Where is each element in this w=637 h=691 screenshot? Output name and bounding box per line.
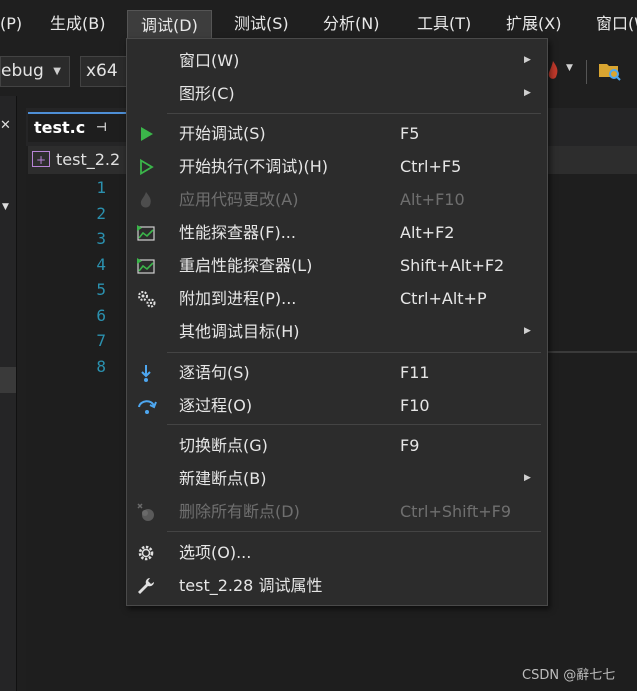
selected-tree-row bbox=[0, 367, 16, 393]
menu-item-2[interactable]: 开始调试(S) F5 bbox=[128, 117, 546, 150]
divider bbox=[586, 60, 587, 84]
watermark: CSDN @辭七七 bbox=[522, 668, 616, 683]
menu-item-label: 图形(C) bbox=[179, 84, 235, 103]
menu-item-15[interactable]: test_2.28 调试属性 bbox=[128, 569, 546, 602]
line-number: 5 bbox=[96, 280, 106, 299]
submenu-arrow-icon: ▶ bbox=[524, 326, 531, 336]
configuration-combo[interactable]: ebug ▼ bbox=[0, 56, 70, 87]
pin-icon[interactable]: ⊣ bbox=[96, 114, 107, 141]
menu-item-shortcut: F9 bbox=[400, 436, 420, 455]
platform-value: x64 bbox=[86, 61, 118, 81]
wrench-icon bbox=[136, 576, 156, 596]
menu-separator bbox=[167, 113, 541, 114]
tab-test-c[interactable]: test.c ⊣ bbox=[28, 112, 128, 142]
menu-item-7[interactable]: 附加到进程(P)... Ctrl+Alt+P bbox=[128, 282, 546, 315]
menu-item-label: 切换断点(G) bbox=[179, 436, 268, 455]
hot-reload-icon bbox=[136, 190, 156, 210]
menu-item-6[interactable]: 重启性能探查器(L) Shift+Alt+F2 bbox=[128, 249, 546, 282]
gears-icon bbox=[136, 289, 156, 309]
menu-item-label: 附加到进程(P)... bbox=[179, 289, 297, 308]
menu-item-shortcut: F5 bbox=[400, 124, 420, 143]
menu-item-shortcut: Shift+Alt+F2 bbox=[400, 256, 505, 275]
menu-item-label: 删除所有断点(D) bbox=[179, 502, 300, 521]
menu-item-shortcut: Alt+F10 bbox=[400, 190, 465, 209]
folder-search-icon[interactable] bbox=[598, 60, 622, 82]
menu-item-label: 性能探查器(F)... bbox=[179, 223, 296, 242]
menu-item-4: 应用代码更改(A) Alt+F10 bbox=[128, 183, 546, 216]
menu-window[interactable]: 窗口(W bbox=[596, 0, 637, 48]
menu-item-shortcut: Ctrl+Alt+P bbox=[400, 289, 487, 308]
chevron-down-icon: ▼ bbox=[53, 66, 61, 77]
menu-project[interactable]: (P) bbox=[0, 0, 22, 48]
menu-item-label: 其他调试目标(H) bbox=[179, 322, 300, 341]
menu-item-10[interactable]: 逐过程(O) F10 bbox=[128, 389, 546, 422]
menu-item-label: 窗口(W) bbox=[179, 51, 240, 70]
menu-item-label: 重启性能探查器(L) bbox=[179, 256, 313, 275]
line-number: 7 bbox=[96, 331, 106, 350]
configuration-value: ebug bbox=[1, 61, 44, 81]
menu-item-shortcut: Alt+F2 bbox=[400, 223, 455, 242]
submenu-arrow-icon: ▶ bbox=[524, 473, 531, 483]
line-number: 3 bbox=[96, 229, 106, 248]
menu-item-9[interactable]: 逐语句(S) F11 bbox=[128, 356, 546, 389]
line-number: 8 bbox=[96, 357, 106, 376]
menu-item-label: 新建断点(B) bbox=[179, 469, 267, 488]
solution-explorer-panel: ✕ ▼ bbox=[0, 96, 17, 691]
platform-combo[interactable]: x64 bbox=[80, 56, 130, 87]
chevron-down-icon[interactable]: ▼ bbox=[566, 63, 573, 73]
step-over-icon bbox=[136, 396, 157, 416]
line-number: 2 bbox=[96, 204, 106, 223]
submenu-arrow-icon: ▶ bbox=[524, 88, 531, 98]
line-number: 6 bbox=[96, 306, 106, 325]
line-number: 4 bbox=[96, 255, 106, 274]
nav-project-label: test_2.2 bbox=[56, 150, 121, 169]
menu-item-label: test_2.28 调试属性 bbox=[179, 576, 323, 595]
menu-item-1[interactable]: 图形(C) ▶ bbox=[128, 77, 546, 110]
menu-separator bbox=[167, 352, 541, 353]
line-number-gutter bbox=[54, 174, 110, 691]
menu-item-14[interactable]: 选项(O)... bbox=[128, 536, 546, 569]
gear-icon bbox=[136, 543, 156, 563]
project-icon: + bbox=[32, 151, 50, 167]
close-icon[interactable]: ✕ bbox=[0, 118, 11, 133]
step-into-icon bbox=[136, 363, 156, 383]
chevron-down-icon[interactable]: ▼ bbox=[2, 202, 9, 212]
menu-item-label: 逐过程(O) bbox=[179, 396, 253, 415]
menu-item-12[interactable]: 新建断点(B) ▶ bbox=[128, 462, 546, 495]
play-filled-icon bbox=[136, 124, 156, 144]
menu-item-shortcut: F11 bbox=[400, 363, 430, 382]
menu-separator bbox=[167, 424, 541, 425]
profiler-restart-icon bbox=[136, 256, 156, 276]
menu-item-label: 开始调试(S) bbox=[179, 124, 266, 143]
menu-item-shortcut: Ctrl+F5 bbox=[400, 157, 462, 176]
menu-item-13: 删除所有断点(D) Ctrl+Shift+F9 bbox=[128, 495, 546, 528]
current-line-highlight bbox=[547, 351, 637, 353]
menu-item-3[interactable]: 开始执行(不调试)(H) Ctrl+F5 bbox=[128, 150, 546, 183]
tab-label: test.c bbox=[34, 118, 86, 137]
menu-separator bbox=[167, 531, 541, 532]
menu-item-8[interactable]: 其他调试目标(H) ▶ bbox=[128, 315, 546, 348]
menu-item-5[interactable]: 性能探查器(F)... Alt+F2 bbox=[128, 216, 546, 249]
submenu-arrow-icon: ▶ bbox=[524, 55, 531, 65]
menu-item-label: 选项(O)... bbox=[179, 543, 252, 562]
menu-item-label: 应用代码更改(A) bbox=[179, 190, 299, 209]
menu-item-label: 开始执行(不调试)(H) bbox=[179, 157, 329, 176]
menu-build[interactable]: 生成(B) bbox=[50, 0, 105, 48]
menu-item-shortcut: F10 bbox=[400, 396, 430, 415]
menu-item-0[interactable]: 窗口(W) ▶ bbox=[128, 44, 546, 77]
profiler-icon bbox=[136, 223, 156, 243]
play-outline-icon bbox=[136, 157, 156, 177]
nav-project-dropdown[interactable]: + test_2.2 bbox=[32, 148, 120, 172]
debug-dropdown-menu: 窗口(W) ▶ 图形(C) ▶ 开始调试(S) F5 开始执行(不调试)(H) Ctrl+F5… bbox=[126, 38, 548, 606]
delete-breakpoints-icon bbox=[136, 502, 156, 522]
menu-item-11[interactable]: 切换断点(G) F9 bbox=[128, 429, 546, 462]
menu-item-shortcut: Ctrl+Shift+F9 bbox=[400, 502, 512, 521]
line-number: 1 bbox=[96, 178, 106, 197]
menu-item-label: 逐语句(S) bbox=[179, 363, 250, 382]
